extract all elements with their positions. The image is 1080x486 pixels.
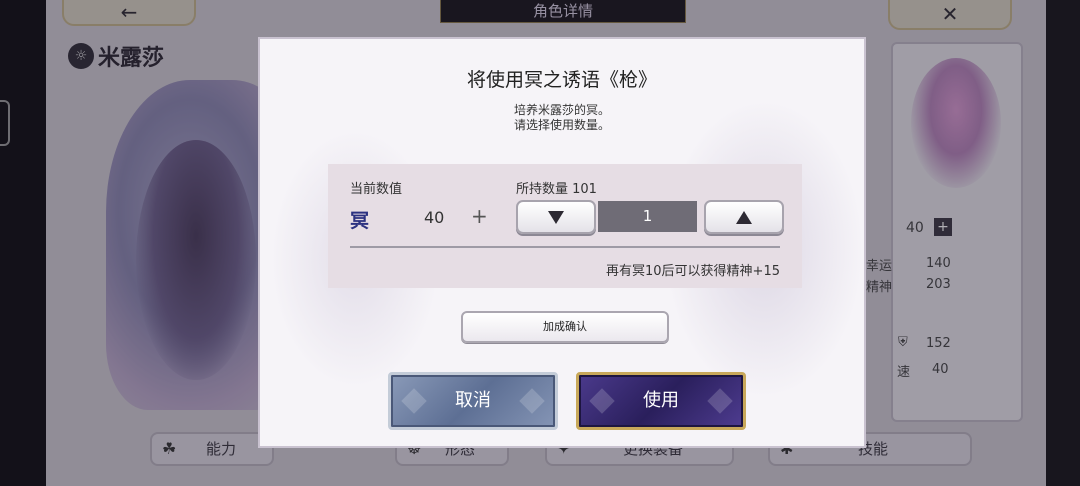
plus-sign: +	[471, 204, 488, 228]
use-decoration-left	[589, 388, 615, 414]
confirm-bonus-button[interactable]: 加成确认	[461, 311, 669, 343]
use-button[interactable]: 使用	[576, 372, 746, 430]
cancel-label: 取消	[455, 390, 491, 411]
divider	[350, 246, 780, 248]
use-label: 使用	[643, 390, 679, 411]
current-value: 40	[424, 208, 445, 227]
quantity-display: 1	[598, 201, 697, 232]
description-line-1: 培养米露莎的冥。	[513, 103, 610, 117]
arrow-up-icon	[736, 210, 752, 224]
cancel-button[interactable]: 取消	[388, 372, 558, 430]
arrow-down-icon	[548, 210, 564, 224]
description-line-2: 请选择使用数量。	[513, 118, 610, 132]
ming-item-icon: 冥	[350, 210, 370, 232]
cancel-decoration-right	[519, 388, 545, 414]
dialog-title: 将使用冥之诱语《枪》	[466, 69, 657, 91]
owned-count-label: 所持数量 101	[516, 182, 597, 197]
use-item-dialog: 将使用冥之诱语《枪》 培养米露莎的冥。 请选择使用数量。 当前数值 所持数量 1…	[258, 37, 866, 448]
bonus-note: 再有冥10后可以获得精神+15	[606, 264, 780, 279]
decrease-quantity-button[interactable]	[516, 200, 596, 234]
dialog-description: 培养米露莎的冥。 请选择使用数量。	[260, 103, 864, 133]
current-value-label: 当前数值	[350, 182, 403, 197]
quantity-panel: 当前数值 所持数量 101 冥 40 + 1 再有冥10后可以获得精神+15	[328, 164, 802, 288]
cancel-decoration-left	[401, 388, 427, 414]
use-decoration-right	[707, 388, 733, 414]
increase-quantity-button[interactable]	[704, 200, 784, 234]
